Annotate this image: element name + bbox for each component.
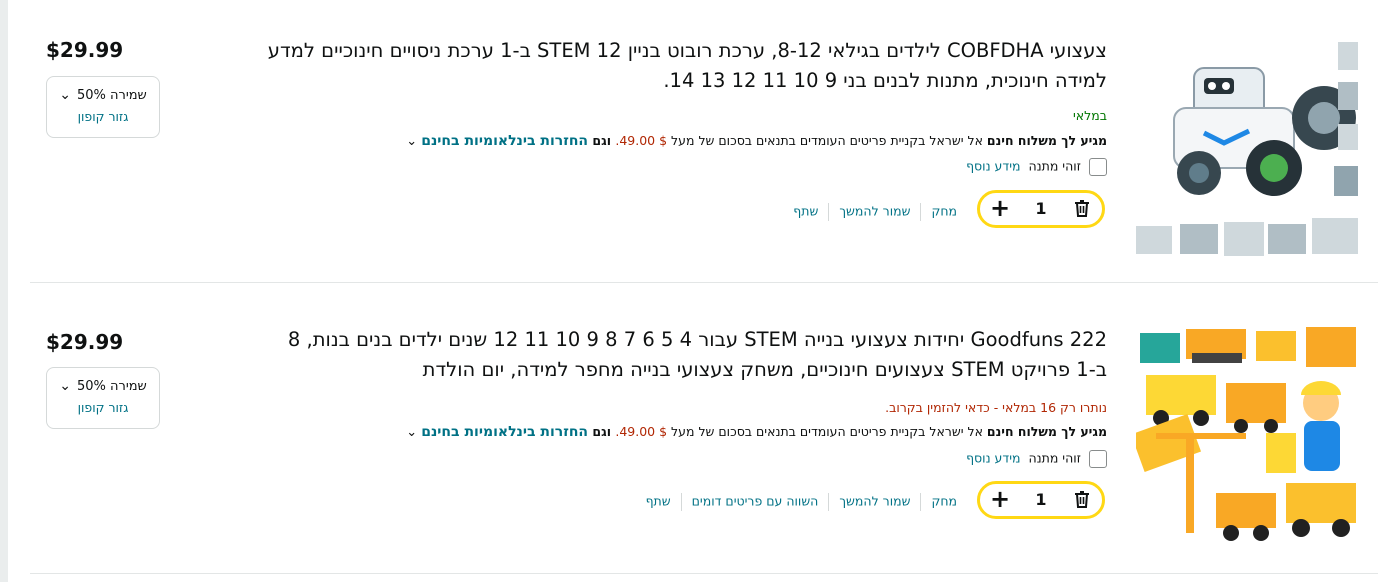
divider: [920, 203, 922, 221]
shipping-amount: $ 49.00.: [615, 424, 668, 439]
stock-status: במלאי: [1073, 108, 1107, 123]
shipping-text: אל ישראל בקניית פריטים העומדים בתנאים בס…: [667, 133, 987, 148]
divider: [828, 493, 830, 511]
delete-link[interactable]: מחק: [931, 204, 957, 219]
coupon-box[interactable]: שמירה 50% ⌄ גזור קופון: [46, 76, 160, 138]
item-actions: מחק שמור להמשך השווה עם פריטים דומים שתף: [646, 493, 957, 511]
cart-item-1: $29.99 שמירה 50% ⌄ גזור קופון צעצועי COBF…: [30, 0, 1378, 282]
chevron-down-icon[interactable]: ⌄: [406, 425, 417, 440]
free-shipping-label: מגיע לך משלוח חינם: [986, 133, 1107, 148]
shipping-info: מגיע לך משלוח חינם אל ישראל בקניית פריטי…: [406, 424, 1107, 440]
gift-option: זוהי מתנה מידע נוסף: [966, 158, 1107, 176]
divider: [920, 493, 922, 511]
gift-label: זוהי מתנה: [1028, 450, 1081, 466]
divider: [828, 203, 830, 221]
shipping-and: וגם: [588, 133, 616, 148]
save-for-later-link[interactable]: שמור להמשך: [839, 204, 910, 219]
page-left-border: [0, 0, 8, 582]
product-image[interactable]: [1136, 323, 1362, 551]
shipping-info: מגיע לך משלוח חינם אל ישראל בקניית פריטי…: [406, 133, 1107, 149]
free-shipping-label: מגיע לך משלוח חינם: [986, 424, 1107, 439]
plus-icon[interactable]: +: [990, 195, 1010, 221]
item-price: $29.99: [46, 330, 124, 354]
shipping-and: וגם: [588, 424, 616, 439]
shipping-amount: $ 49.00.: [615, 133, 668, 148]
quantity-stepper: 1 +: [977, 481, 1105, 519]
quantity-stepper: 1 +: [977, 190, 1105, 228]
free-returns-link[interactable]: החזרות בינלאומיות בחינם: [421, 133, 588, 149]
item-title-link[interactable]: Goodfuns 222 יחידות צעצועי בנייה STEM עב…: [267, 325, 1107, 385]
gift-option: זוהי מתנה מידע נוסף: [966, 450, 1107, 468]
share-link[interactable]: שתף: [646, 494, 671, 509]
shipping-text: אל ישראל בקניית פריטים העומדים בתנאים בס…: [667, 424, 987, 439]
chevron-down-icon[interactable]: ⌄: [59, 378, 71, 394]
plus-icon[interactable]: +: [990, 486, 1010, 512]
free-returns-link[interactable]: החזרות בינלאומיות בחינם: [421, 424, 588, 440]
gift-more-info-link[interactable]: מידע נוסף: [966, 159, 1020, 174]
gift-label: זוהי מתנה: [1028, 158, 1081, 174]
product-image[interactable]: [1134, 38, 1360, 260]
chevron-down-icon[interactable]: ⌄: [406, 134, 417, 149]
stock-status: נותרו רק 16 במלאי - כדאי להזמין בקרוב.: [885, 400, 1107, 415]
cart-item-2: $29.99 שמירה 50% ⌄ גזור קופון Goodfuns 22…: [30, 283, 1378, 573]
clip-coupon-link[interactable]: גזור קופון: [47, 400, 159, 415]
item-price: $29.99: [46, 38, 124, 62]
delete-link[interactable]: מחק: [931, 494, 957, 509]
gift-checkbox[interactable]: [1089, 450, 1107, 468]
clip-coupon-link[interactable]: גזור קופון: [47, 109, 159, 124]
coupon-save-label: שמירה 50%: [76, 88, 147, 103]
compare-similar-link[interactable]: השווה עם פריטים דומים: [692, 494, 819, 509]
item-divider: [30, 573, 1378, 574]
gift-more-info-link[interactable]: מידע נוסף: [966, 451, 1020, 466]
coupon-save-label: שמירה 50%: [76, 379, 147, 394]
divider: [680, 493, 682, 511]
gift-checkbox[interactable]: [1089, 158, 1107, 176]
item-actions: מחק שמור להמשך שתף: [793, 203, 957, 221]
save-for-later-link[interactable]: שמור להמשך: [839, 494, 910, 509]
coupon-box[interactable]: שמירה 50% ⌄ גזור קופון: [46, 367, 160, 429]
share-link[interactable]: שתף: [793, 204, 818, 219]
item-title-link[interactable]: צעצועי COBFDHA לילדים בגילאי 8-12, ערכת …: [267, 36, 1107, 96]
chevron-down-icon[interactable]: ⌄: [59, 87, 71, 103]
